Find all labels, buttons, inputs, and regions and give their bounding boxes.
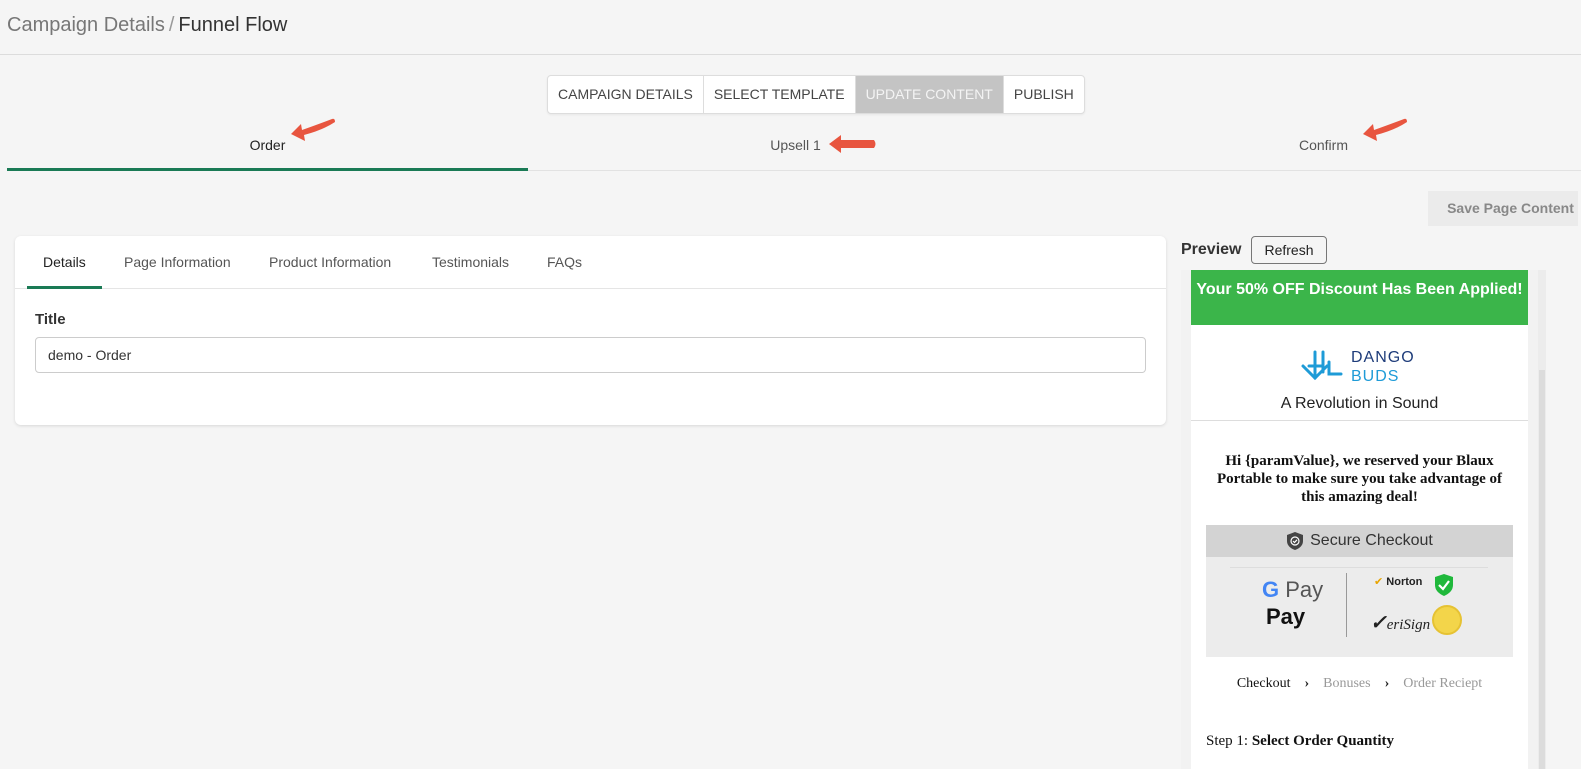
tab-upsell-1[interactable]: Upsell 1 [535,122,1056,171]
secure-checkout-box: Secure Checkout G Pay Pay ✔ Norton ✓eriS… [1206,525,1513,657]
annotation-arrow-icon [291,118,335,141]
logo-dango-text: DANGO [1351,349,1415,366]
tab-confirm[interactable]: Confirm [1063,122,1581,171]
title-label: Title [35,311,66,328]
content-tabs: Details Page Information Product Informa… [15,236,1166,289]
chevron-right-icon: › [1304,676,1310,691]
dango-buds-logo-icon: DANGO BUDS [1301,349,1415,385]
tab-order-label: Order [249,137,286,153]
refresh-button[interactable]: Refresh [1251,236,1327,264]
apple-pay-badge: Pay [1266,604,1305,630]
step-title: Select Order Quantity [1251,733,1395,749]
tab-confirm-label: Confirm [1298,137,1348,153]
google-g-icon: G [1262,577,1280,602]
progress-order-receipt: Order Reciept [1403,676,1483,691]
step-select-template[interactable]: SELECT TEMPLATE [704,76,856,113]
secure-checkout-header: Secure Checkout [1206,525,1513,557]
preview-scrollbar-thumb[interactable] [1539,370,1545,769]
google-pay-text: Pay [1285,577,1324,602]
content-editor-card: Details Page Information Product Informa… [15,236,1166,425]
progress-bonuses: Bonuses [1323,676,1371,691]
step-campaign-details[interactable]: CAMPAIGN DETAILS [548,76,704,113]
chevron-right-icon: › [1384,676,1390,691]
green-shield-icon [1435,574,1453,596]
step-prefix: Step 1: [1206,733,1249,749]
checkout-progress: Checkout › Bonuses › Order Reciept [1191,676,1528,692]
norton-badge: ✔ Norton [1374,575,1422,588]
secure-checkout-label: Secure Checkout [1310,532,1433,549]
tab-details[interactable]: Details [27,236,102,289]
progress-checkout: Checkout [1236,676,1291,691]
secure-divider [1230,567,1488,568]
logo-buds-text: BUDS [1351,368,1399,384]
tab-order[interactable]: Order [7,122,528,171]
breadcrumb-current: Funnel Flow [178,14,288,36]
breadcrumb-separator: / [168,14,175,36]
preview-frame[interactable]: Your 50% OFF Discount Has Been Applied! … [1181,270,1546,769]
badges-separator [1346,573,1347,637]
preview-page: Your 50% OFF Discount Has Been Applied! … [1191,270,1528,769]
brand-logo: DANGO BUDS [1299,344,1419,389]
breadcrumb: Campaign Details / Funnel Flow [7,14,287,37]
norton-check-icon: ✔ [1374,576,1384,588]
annotation-arrow-icon [829,135,876,153]
tab-product-information[interactable]: Product Information [253,236,407,289]
tab-upsell-1-label: Upsell 1 [770,137,821,153]
verisign-badge: ✓eriSign [1370,610,1430,635]
reservation-message: Hi {paramValue}, we reserved your Blaux … [1216,453,1503,505]
save-page-content-button[interactable]: Save Page Content [1428,191,1578,226]
step-publish[interactable]: PUBLISH [1004,76,1084,113]
tab-testimonials[interactable]: Testimonials [416,236,525,289]
paypal-verified-icon [1432,605,1462,635]
tab-page-information[interactable]: Page Information [108,236,247,289]
step-update-content[interactable]: UPDATE CONTENT [855,76,1004,113]
apple-pay-text: Pay [1266,604,1306,629]
shield-check-icon [1287,532,1304,550]
tab-faqs[interactable]: FAQs [531,236,598,289]
preview-label: Preview [1181,241,1242,258]
preview-header: Preview Refresh [1181,236,1327,264]
step-heading: Step 1: Select Order Quantity [1206,733,1394,750]
top-bar: Campaign Details / Funnel Flow [0,0,1581,55]
brand-tagline: A Revolution in Sound [1280,395,1439,412]
annotation-arrow-icon [1363,118,1407,141]
title-input[interactable] [35,337,1146,373]
google-pay-badge: G Pay [1262,577,1323,603]
preview-scrollbar[interactable] [1538,270,1546,769]
preview-divider [1191,420,1528,421]
funnel-page-tabs: Order Upsell 1 Confirm [7,118,1581,171]
breadcrumb-campaign-details[interactable]: Campaign Details [7,14,165,36]
verisign-text: eriSign [1386,617,1431,633]
wizard-stepper: CAMPAIGN DETAILS SELECT TEMPLATE UPDATE … [547,75,1085,114]
norton-text: Norton [1386,576,1423,588]
discount-banner: Your 50% OFF Discount Has Been Applied! [1191,270,1528,325]
verisign-v-icon: ✓ [1370,612,1387,634]
